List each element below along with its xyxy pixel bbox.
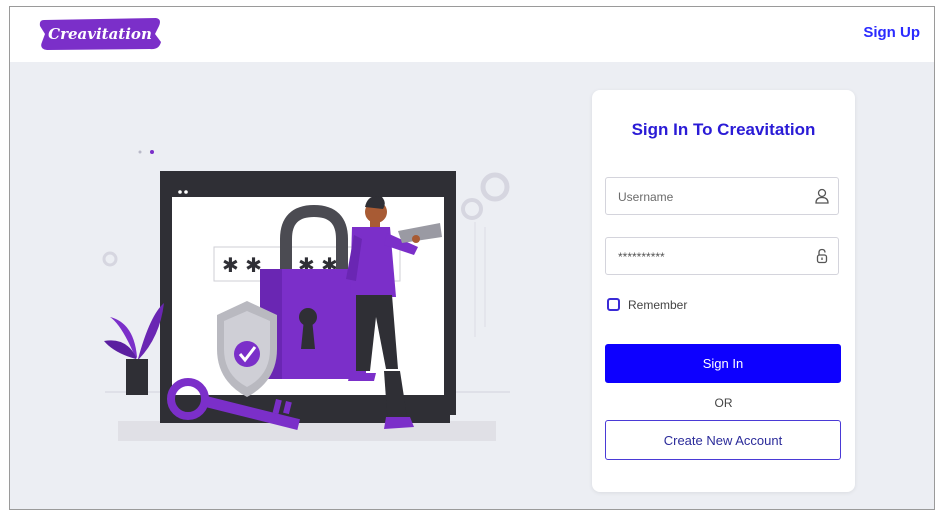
username-input[interactable] [616,178,810,216]
sign-in-button[interactable]: Sign In [605,344,841,383]
remember-checkbox[interactable] [607,298,620,311]
sign-up-link[interactable]: Sign Up [863,24,920,41]
app-window: Creavitation Sign Up ✱ ✱ ✱ ✱ Sign In To … [9,6,935,510]
brand-name: Creavitation [48,25,152,43]
security-illustration: ✱ ✱ ✱ ✱ [102,150,510,441]
brand-logo[interactable]: Creavitation [38,17,162,51]
password-field[interactable] [605,237,839,276]
or-divider: OR [714,396,733,410]
svg-text:✱ ✱: ✱ ✱ [222,253,262,277]
login-card: Sign In To Creavitation Remember Sign In… [592,90,855,492]
login-title: Sign In To Creavitation [631,120,816,139]
top-navbar: Creavitation Sign Up [10,7,934,62]
lock-icon [816,248,828,264]
password-input[interactable] [616,238,810,276]
username-field[interactable] [605,177,839,216]
remember-label: Remember [628,298,688,312]
user-icon [815,188,829,204]
create-account-button[interactable]: Create New Account [605,420,841,460]
